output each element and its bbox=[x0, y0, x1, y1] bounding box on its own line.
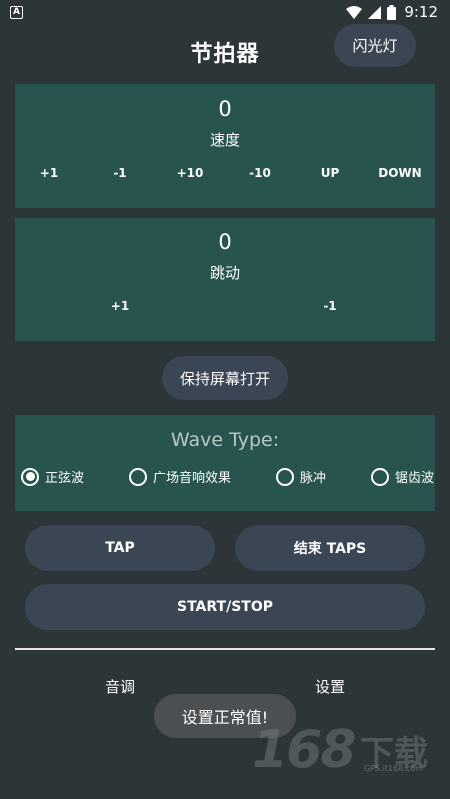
beat-panel: 0 跳动 +1 -1 bbox=[15, 218, 435, 341]
tempo-minus-10-button[interactable]: -10 bbox=[249, 166, 271, 180]
wave-type-panel: Wave Type: 正弦波 广场音响效果 脉冲 锯齿波 bbox=[15, 415, 435, 511]
tab-settings[interactable]: 设置 bbox=[315, 676, 345, 697]
status-time: 9:12 bbox=[404, 3, 438, 21]
wave-option-label: 正弦波 bbox=[45, 471, 85, 486]
radio-unchecked-icon bbox=[371, 467, 389, 486]
tempo-label: 速度 bbox=[209, 131, 240, 149]
watermark-logo: 168 下载 GPS.it168.com bbox=[252, 720, 444, 790]
tempo-minus-1-button[interactable]: -1 bbox=[113, 166, 126, 180]
status-left: A bbox=[10, 5, 23, 19]
tap-button[interactable]: TAP bbox=[25, 525, 215, 571]
watermark-digits: 168 bbox=[252, 720, 357, 780]
wave-option-label: 广场音响效果 bbox=[153, 471, 232, 486]
wifi-icon bbox=[346, 5, 363, 19]
watermark-url: GPS.it168.com bbox=[364, 764, 423, 773]
radio-unchecked-icon bbox=[276, 467, 294, 486]
radio-checked-icon bbox=[21, 467, 39, 486]
keep-screen-on-button[interactable]: 保持屏幕打开 bbox=[162, 356, 288, 400]
beat-minus-1-button[interactable]: -1 bbox=[323, 299, 336, 313]
tempo-up-button[interactable]: UP bbox=[321, 166, 340, 180]
signal-icon bbox=[368, 5, 382, 19]
radio-dot bbox=[25, 472, 35, 481]
wave-option-pulse[interactable]: 脉冲 bbox=[276, 467, 326, 486]
wave-option-label: 脉冲 bbox=[300, 471, 327, 486]
wave-option-sawtooth[interactable]: 锯齿波 bbox=[371, 467, 434, 486]
wave-type-title: Wave Type: bbox=[170, 429, 280, 451]
tempo-panel: 0 速度 +1 -1 +10 -10 UP DOWN bbox=[15, 84, 435, 208]
tempo-plus-1-button[interactable]: +1 bbox=[40, 166, 58, 180]
app-notification-icon: A bbox=[10, 5, 23, 19]
tempo-plus-10-button[interactable]: +10 bbox=[177, 166, 204, 180]
start-stop-button[interactable]: START/STOP bbox=[25, 584, 425, 630]
tempo-down-button[interactable]: DOWN bbox=[378, 166, 421, 180]
end-taps-button[interactable]: 结束 TAPS bbox=[235, 525, 425, 571]
status-bar: A 9:12 bbox=[0, 0, 450, 24]
status-right: 9:12 bbox=[346, 3, 438, 21]
wave-option-sine[interactable]: 正弦波 bbox=[21, 467, 84, 486]
beat-value: 0 bbox=[218, 230, 232, 254]
divider bbox=[15, 648, 435, 650]
tempo-value: 0 bbox=[218, 97, 232, 121]
radio-unchecked-icon bbox=[129, 467, 147, 486]
beat-label: 跳动 bbox=[209, 264, 240, 282]
battery-icon bbox=[387, 4, 397, 20]
beat-plus-1-button[interactable]: +1 bbox=[111, 299, 129, 313]
tab-pitch[interactable]: 音调 bbox=[105, 676, 135, 697]
wave-option-label: 锯齿波 bbox=[395, 471, 435, 486]
flash-button[interactable]: 闪光灯 bbox=[334, 24, 416, 67]
wave-option-square[interactable]: 广场音响效果 bbox=[129, 467, 231, 486]
